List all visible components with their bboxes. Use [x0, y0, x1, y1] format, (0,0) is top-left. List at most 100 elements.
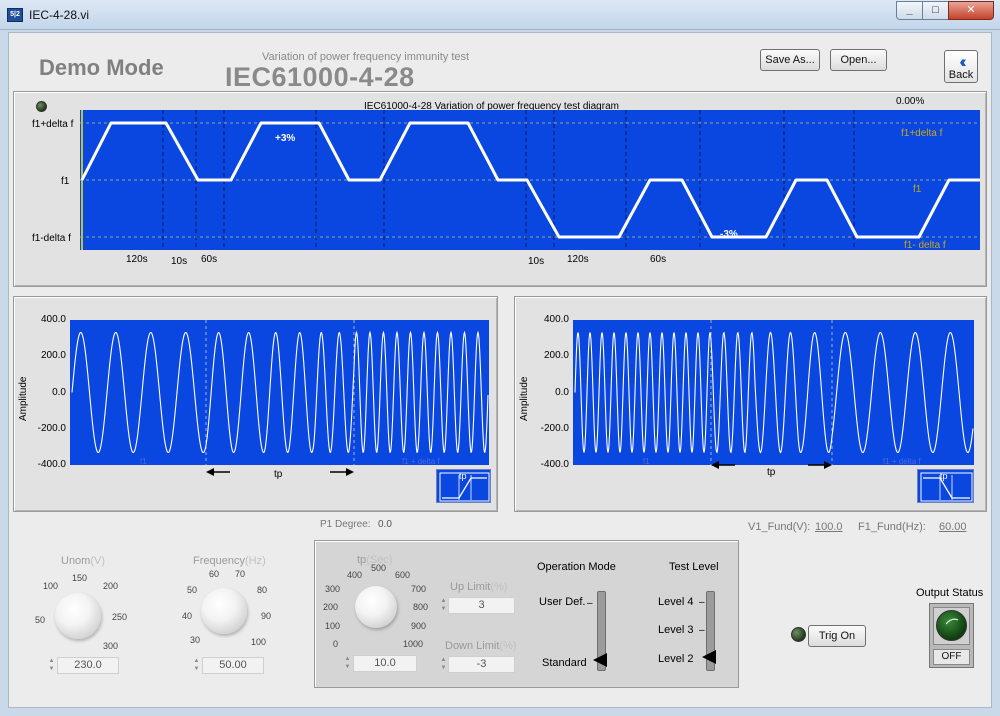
- diagram-right-label-low: f1- delta f: [904, 240, 946, 251]
- left-tp-label: tp: [274, 469, 283, 480]
- operation-mode-option: User Def.: [539, 596, 586, 608]
- status-lamp-glyph-icon: [945, 618, 959, 625]
- test-level-tick: –: [699, 625, 705, 636]
- back-button-label: Back: [948, 69, 974, 81]
- operation-mode-tick: –: [587, 598, 593, 609]
- diagram-y-label-high: f1+delta f: [32, 119, 74, 130]
- output-status-indicator: OFF: [929, 603, 974, 668]
- frequency-spin-arrows[interactable]: ▲ ▼: [192, 657, 201, 674]
- double-chevron-left-icon: ‹‹: [959, 52, 966, 71]
- unom-scale-label: 150: [72, 573, 88, 583]
- operation-mode-slider-thumb[interactable]: [593, 653, 607, 667]
- time-label: 10s: [528, 256, 545, 267]
- unom-title: Unom(V): [61, 555, 105, 567]
- plus-percent-annotation: +3%: [275, 133, 296, 144]
- diagram-right-label-mid: f1: [913, 184, 922, 195]
- v1-fund-value: 100.0: [815, 521, 843, 533]
- frequency-title-text: Frequency: [193, 555, 245, 567]
- frequency-scale-label: 30: [190, 635, 201, 645]
- frequency-scale-label: 60: [209, 569, 220, 579]
- unom-title-text: Unom: [61, 555, 91, 567]
- tp-scale-label: 0: [333, 639, 339, 649]
- right-indicator-label: tp: [940, 471, 948, 481]
- tp-scale-label: 300: [325, 584, 341, 594]
- test-level-slider-thumb[interactable]: [702, 650, 716, 664]
- minimize-button[interactable]: _: [896, 1, 923, 20]
- right-bottom-left-label: f1: [643, 457, 650, 466]
- right-tp-label: tp: [767, 467, 776, 478]
- right-tick: 200.0: [543, 350, 569, 361]
- down-limit-title: Down Limit(%): [445, 640, 517, 652]
- right-tick: -200.0: [540, 423, 569, 434]
- back-button[interactable]: ‹‹ Back: [944, 50, 978, 83]
- tp-scale-label: 1000: [403, 639, 424, 649]
- tp-title-text: tp: [357, 554, 367, 566]
- p1-degree-value: 0.0: [378, 519, 392, 530]
- output-status-title: Output Status: [916, 587, 984, 599]
- trig-on-button[interactable]: Trig On: [808, 625, 866, 647]
- frequency-knob[interactable]: [201, 588, 247, 634]
- up-limit-title-text: Up Limit: [450, 581, 491, 593]
- tp-knob[interactable]: [355, 586, 397, 628]
- time-label: 60s: [650, 254, 667, 265]
- tp-scale-label: 700: [411, 584, 427, 594]
- window-titlebar: 5|2 IEC-4-28.vi _ □ ✕: [0, 0, 1000, 30]
- frequency-scale-label: 90: [261, 611, 272, 621]
- down-limit-input[interactable]: -3: [448, 656, 515, 673]
- right-tick: 400.0: [543, 314, 569, 325]
- f1-fund-value: 60.00: [939, 521, 967, 533]
- tp-value-input[interactable]: 10.0: [353, 655, 417, 672]
- v1-fund-label: V1_Fund(V):: [748, 521, 811, 533]
- f1-fund-label: F1_Fund(Hz):: [858, 521, 926, 533]
- vi-front-panel: Demo Mode Variation of power frequency i…: [8, 32, 992, 708]
- parameter-panel: tp(Sec) 0 100 200 300 400 500 600 700 80…: [314, 540, 739, 688]
- open-button[interactable]: Open...: [830, 49, 887, 71]
- up-limit-spin-arrows[interactable]: ▲ ▼: [439, 597, 448, 614]
- left-bottom-left-label: f1: [140, 457, 147, 466]
- unom-knob[interactable]: [55, 593, 101, 639]
- trigger-led-indicator: [791, 627, 806, 642]
- tp-scale-label: 400: [347, 570, 363, 580]
- frequency-scale-label: 40: [182, 611, 193, 621]
- test-level-title: Test Level: [669, 561, 719, 573]
- close-button[interactable]: ✕: [948, 1, 994, 20]
- output-status-lamp: [936, 610, 967, 641]
- right-tp-indicator: tp: [917, 469, 974, 503]
- frequency-scale-label: 70: [235, 569, 246, 579]
- test-level-option: Level 4: [658, 596, 694, 608]
- test-diagram-panel: IEC61000-4-28 Variation of power frequen…: [13, 91, 987, 287]
- frequency-scale-label: 80: [257, 585, 268, 595]
- save-as-button[interactable]: Save As...: [760, 49, 820, 71]
- tp-spin-arrows[interactable]: ▲ ▼: [343, 655, 352, 672]
- unom-value-input[interactable]: 230.0: [57, 657, 119, 674]
- operation-mode-title: Operation Mode: [537, 561, 616, 573]
- frequency-scale-label: 50: [187, 585, 198, 595]
- diagram-right-label-high: f1+delta f: [901, 128, 943, 139]
- unom-scale-label: 300: [103, 641, 119, 651]
- time-label: 60s: [201, 254, 218, 265]
- down-limit-spin-arrows[interactable]: ▲ ▼: [439, 656, 448, 673]
- page-title: IEC61000-4-28: [225, 62, 415, 92]
- test-level-tick: –: [699, 597, 705, 608]
- down-limit-title-text: Down Limit: [445, 640, 500, 652]
- time-label: 120s: [567, 254, 589, 265]
- frequency-unit: (Hz): [244, 555, 266, 567]
- right-y-axis-label: Amplitude: [519, 376, 530, 421]
- left-indicator-label: tp: [459, 471, 467, 481]
- up-limit-input[interactable]: 3: [448, 597, 515, 614]
- left-y-axis-label: Amplitude: [18, 376, 29, 421]
- minus-percent-annotation: -3%: [720, 229, 738, 240]
- status-lamp-frame: [933, 607, 970, 645]
- left-bottom-right-label: f1 + delta f: [402, 457, 440, 466]
- left-tick: 400.0: [40, 314, 66, 325]
- maximize-button[interactable]: □: [922, 1, 949, 20]
- test-level-option: Level 3: [658, 624, 694, 636]
- tp-scale-label: 900: [411, 621, 427, 631]
- unom-spin-arrows[interactable]: ▲ ▼: [47, 657, 56, 674]
- unom-unit: (V): [90, 555, 106, 567]
- left-tp-indicator: tp: [436, 469, 491, 503]
- output-status-value: OFF: [933, 649, 970, 665]
- right-tick: 0.0: [555, 387, 569, 398]
- frequency-title: Frequency(Hz): [193, 555, 266, 567]
- frequency-value-input[interactable]: 50.00: [202, 657, 264, 674]
